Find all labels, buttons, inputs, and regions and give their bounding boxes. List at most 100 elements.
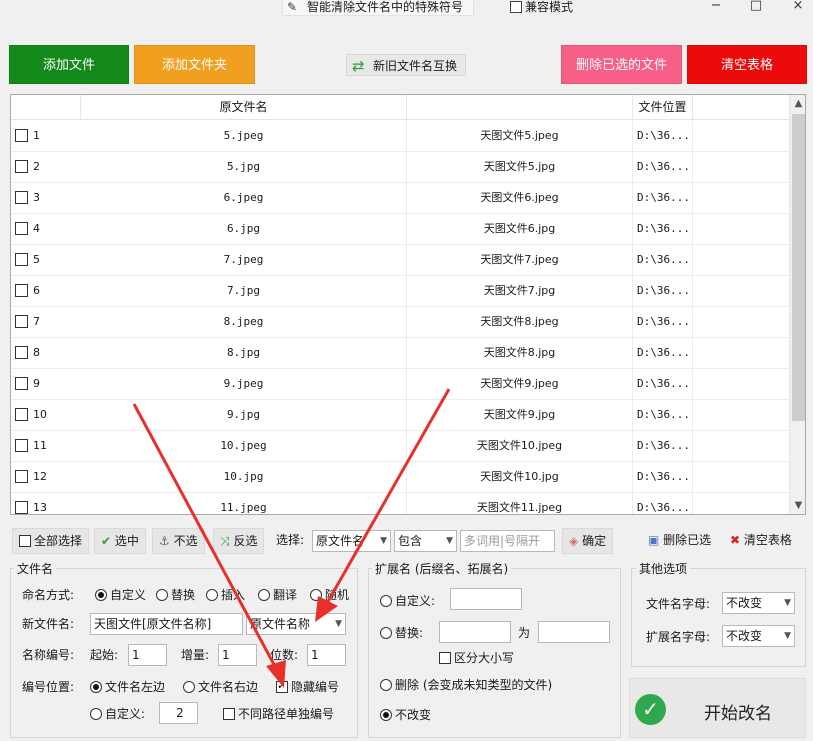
row-checkbox[interactable] bbox=[15, 501, 28, 514]
pos-right-dot[interactable] bbox=[183, 681, 195, 693]
select-button[interactable]: ✔ 选中 bbox=[94, 528, 146, 554]
row-checkbox[interactable] bbox=[15, 408, 28, 421]
table-row[interactable]: 6 7.jpg 天图文件7.jpg D:\36... bbox=[11, 276, 789, 307]
mode-translate-dot[interactable] bbox=[258, 589, 270, 601]
row-checkbox-cell[interactable]: 9 bbox=[11, 369, 81, 399]
ext-replace-dot[interactable] bbox=[380, 627, 392, 639]
per-path-box[interactable] bbox=[223, 708, 235, 720]
match-select[interactable]: 包含 ▼ bbox=[394, 530, 457, 552]
ext-replace-to-input[interactable] bbox=[538, 621, 610, 643]
row-checkbox-cell[interactable]: 3 bbox=[11, 183, 81, 213]
row-checkbox-cell[interactable]: 11 bbox=[11, 431, 81, 461]
ext-keep-dot[interactable] bbox=[380, 709, 392, 721]
hide-number-box[interactable] bbox=[276, 678, 288, 694]
invert-button[interactable]: ⤨ 反选 bbox=[213, 528, 265, 554]
start-input[interactable]: 1 bbox=[128, 644, 167, 666]
pos-custom-dot[interactable] bbox=[90, 708, 102, 720]
row-checkbox[interactable] bbox=[15, 346, 28, 359]
row-checkbox[interactable] bbox=[15, 470, 28, 483]
scroll-down-icon[interactable]: ▼ bbox=[790, 497, 805, 514]
table-row[interactable]: 5 7.jpeg 天图文件7.jpeg D:\36... bbox=[11, 245, 789, 276]
row-checkbox[interactable] bbox=[15, 315, 28, 328]
row-checkbox[interactable] bbox=[15, 377, 28, 390]
mode-translate-radio[interactable]: 翻译 bbox=[258, 587, 297, 603]
step-input[interactable]: 1 bbox=[218, 644, 257, 666]
add-folder-button[interactable]: 添加文件夹 bbox=[134, 45, 255, 84]
start-rename-button[interactable]: ✓ 开始改名 bbox=[629, 678, 806, 738]
mode-custom-dot[interactable] bbox=[95, 589, 107, 601]
ext-custom-dot[interactable] bbox=[380, 595, 392, 607]
mode-random-dot[interactable] bbox=[310, 589, 322, 601]
compat-mode-box[interactable] bbox=[510, 1, 522, 13]
mode-replace-radio[interactable]: 替换 bbox=[156, 587, 195, 603]
compat-mode-checkbox[interactable]: 兼容模式 bbox=[510, 1, 573, 13]
new-name-input[interactable]: 天图文件[原文件名称] bbox=[90, 613, 243, 635]
mode-custom-radio[interactable]: 自定义 bbox=[95, 587, 146, 603]
clear-table-small-button[interactable]: ✖ 清空表格 bbox=[730, 528, 792, 554]
row-checkbox[interactable] bbox=[15, 253, 28, 266]
row-checkbox-cell[interactable]: 10 bbox=[11, 400, 81, 430]
row-checkbox[interactable] bbox=[15, 222, 28, 235]
case-sensitive-box[interactable] bbox=[439, 652, 451, 664]
close-button[interactable]: × bbox=[788, 0, 808, 13]
mode-insert-dot[interactable] bbox=[206, 589, 218, 601]
row-checkbox-cell[interactable]: 1 bbox=[11, 121, 81, 151]
scroll-thumb[interactable] bbox=[792, 114, 805, 421]
table-row[interactable]: 11 10.jpeg 天图文件10.jpeg D:\36... bbox=[11, 431, 789, 462]
select-all-box[interactable] bbox=[19, 535, 31, 547]
ext-replace-from-input[interactable] bbox=[439, 621, 511, 643]
table-scrollbar[interactable]: ▲ ▼ bbox=[789, 95, 805, 514]
maximize-button[interactable]: □ bbox=[746, 0, 766, 13]
clear-table-button[interactable]: 清空表格 bbox=[687, 45, 807, 84]
row-checkbox-cell[interactable]: 12 bbox=[11, 462, 81, 492]
row-checkbox-cell[interactable]: 2 bbox=[11, 152, 81, 182]
table-row[interactable]: 7 8.jpeg 天图文件8.jpeg D:\36... bbox=[11, 307, 789, 338]
field-select[interactable]: 原文件名 ▼ bbox=[312, 530, 391, 552]
table-row[interactable]: 2 5.jpg 天图文件5.jpg D:\36... bbox=[11, 152, 789, 183]
minimize-button[interactable]: − bbox=[706, 0, 726, 13]
ext-custom-radio[interactable]: 自定义: bbox=[380, 593, 435, 609]
table-row[interactable]: 8 8.jpg 天图文件8.jpg D:\36... bbox=[11, 338, 789, 369]
row-checkbox[interactable] bbox=[15, 160, 28, 173]
hide-number-checkbox[interactable]: 隐藏编号 bbox=[276, 678, 339, 695]
row-checkbox[interactable] bbox=[15, 191, 28, 204]
select-all-checkbox[interactable]: 全部选择 bbox=[12, 528, 90, 554]
pos-custom-radio[interactable]: 自定义: bbox=[90, 706, 145, 722]
ext-custom-input[interactable] bbox=[450, 588, 522, 610]
ext-delete-dot[interactable] bbox=[380, 679, 392, 691]
delete-selected-button[interactable]: ▣ 删除已选 bbox=[648, 528, 711, 554]
row-checkbox-cell[interactable]: 8 bbox=[11, 338, 81, 368]
table-row[interactable]: 13 11.jpeg 天图文件11.jpeg D:\36... bbox=[11, 493, 789, 514]
keyword-input[interactable]: 多词用|号隔开 bbox=[460, 530, 555, 552]
digits-input[interactable]: 1 bbox=[307, 644, 346, 666]
scroll-up-icon[interactable]: ▲ bbox=[790, 95, 805, 112]
custom-position-input[interactable]: 2 bbox=[159, 702, 198, 724]
table-row[interactable]: 4 6.jpg 天图文件6.jpg D:\36... bbox=[11, 214, 789, 245]
mode-insert-radio[interactable]: 插入 bbox=[206, 587, 245, 603]
row-checkbox[interactable] bbox=[15, 439, 28, 452]
table-row[interactable]: 1 5.jpeg 天图文件5.jpeg D:\36... bbox=[11, 121, 789, 152]
pos-left-dot[interactable] bbox=[90, 681, 102, 693]
row-checkbox-cell[interactable]: 7 bbox=[11, 307, 81, 337]
case-sensitive-checkbox[interactable]: 区分大小写 bbox=[439, 650, 514, 666]
ext-keep-radio[interactable]: 不改变 bbox=[380, 707, 431, 723]
delete-selected-files-button[interactable]: 删除已选的文件 bbox=[561, 45, 682, 84]
row-checkbox[interactable] bbox=[15, 284, 28, 297]
name-token-select[interactable]: 原文件名称 ▼ bbox=[246, 613, 346, 635]
unselect-button[interactable]: ⚓ 不选 bbox=[152, 528, 205, 554]
table-row[interactable]: 3 6.jpeg 天图文件6.jpeg D:\36... bbox=[11, 183, 789, 214]
row-checkbox-cell[interactable]: 13 bbox=[11, 493, 81, 514]
mode-random-radio[interactable]: 随机 bbox=[310, 587, 349, 603]
table-row[interactable]: 9 9.jpeg 天图文件9.jpeg D:\36... bbox=[11, 369, 789, 400]
pos-right-radio[interactable]: 文件名右边 bbox=[183, 679, 258, 695]
pos-left-radio[interactable]: 文件名左边 bbox=[90, 679, 165, 695]
table-row[interactable]: 12 10.jpg 天图文件10.jpg D:\36... bbox=[11, 462, 789, 493]
swap-names-button[interactable]: ⇄ 新旧文件名互换 bbox=[346, 54, 467, 76]
file-table[interactable]: 原文件名 文件位置 1 5.jpeg 天图文件5.jpeg D:\36... 2 5.jp… bbox=[10, 94, 806, 515]
table-row[interactable]: 10 9.jpg 天图文件9.jpg D:\36... bbox=[11, 400, 789, 431]
add-file-button[interactable]: 添加文件 bbox=[9, 45, 129, 84]
row-checkbox[interactable] bbox=[15, 129, 28, 142]
ext-delete-radio[interactable]: 删除 (会变成未知类型的文件) bbox=[380, 677, 552, 693]
name-case-select[interactable]: 不改变 ▼ bbox=[722, 592, 795, 614]
per-path-checkbox[interactable]: 不同路径单独编号 bbox=[223, 706, 334, 722]
